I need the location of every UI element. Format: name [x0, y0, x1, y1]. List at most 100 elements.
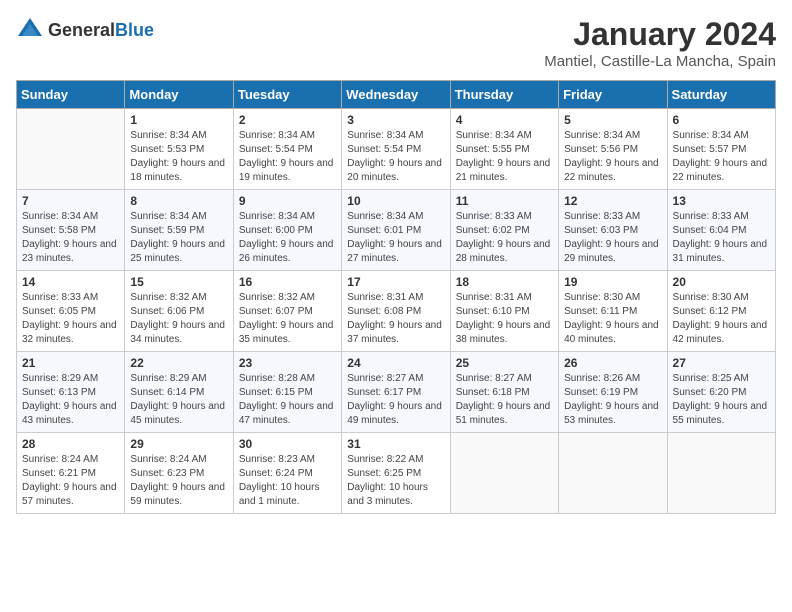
title-section: January 2024 Mantiel, Castille-La Mancha…: [544, 16, 776, 70]
day-info: Sunrise: 8:29 AMSunset: 6:14 PMDaylight:…: [130, 372, 227, 428]
calendar-week-row: 7 Sunrise: 8:34 AMSunset: 5:58 PMDaylight…: [17, 190, 776, 271]
day-number: 24: [347, 356, 444, 370]
weekday-header: Wednesday: [342, 81, 450, 109]
calendar-cell: 26 Sunrise: 8:26 AMSunset: 6:19 PMDayligh…: [559, 352, 667, 433]
day-number: 31: [347, 437, 444, 451]
calendar-cell: [450, 433, 558, 514]
day-number: 2: [239, 113, 336, 127]
day-info: Sunrise: 8:32 AMSunset: 6:07 PMDaylight:…: [239, 291, 336, 347]
calendar-cell: [667, 433, 775, 514]
day-info: Sunrise: 8:33 AMSunset: 6:05 PMDaylight:…: [22, 291, 119, 347]
day-number: 26: [564, 356, 661, 370]
calendar-cell: 14Sunrise: 8:33 AMSunset: 6:05 PMDayligh…: [17, 271, 125, 352]
calendar-cell: 7 Sunrise: 8:34 AMSunset: 5:58 PMDaylight…: [17, 190, 125, 271]
day-info: Sunrise: 8:27 AMSunset: 6:18 PMDaylight:…: [456, 372, 553, 428]
day-number: 22: [130, 356, 227, 370]
day-number: 12: [564, 194, 661, 208]
day-info: Sunrise: 8:34 AMSunset: 5:55 PMDaylight:…: [456, 129, 553, 185]
calendar-cell: 30 Sunrise: 8:23 AMSunset: 6:24 PMDayligh…: [233, 433, 341, 514]
day-number: 6: [673, 113, 770, 127]
calendar-cell: 1 Sunrise: 8:34 AMSunset: 5:53 PMDaylight…: [125, 109, 233, 190]
calendar-week-row: 1 Sunrise: 8:34 AMSunset: 5:53 PMDaylight…: [17, 109, 776, 190]
day-info: Sunrise: 8:34 AMSunset: 5:58 PMDaylight:…: [22, 210, 119, 266]
calendar-cell: 11Sunrise: 8:33 AMSunset: 6:02 PMDayligh…: [450, 190, 558, 271]
calendar-week-row: 14Sunrise: 8:33 AMSunset: 6:05 PMDayligh…: [17, 271, 776, 352]
day-number: 1: [130, 113, 227, 127]
day-info: Sunrise: 8:34 AMSunset: 5:54 PMDaylight:…: [239, 129, 336, 185]
logo-text-blue: Blue: [115, 20, 154, 40]
calendar-cell: 29Sunrise: 8:24 AMSunset: 6:23 PMDayligh…: [125, 433, 233, 514]
day-info: Sunrise: 8:34 AMSunset: 5:53 PMDaylight:…: [130, 129, 227, 185]
day-info: Sunrise: 8:31 AMSunset: 6:08 PMDaylight:…: [347, 291, 444, 347]
day-info: Sunrise: 8:30 AMSunset: 6:11 PMDaylight:…: [564, 291, 661, 347]
month-title: January 2024: [544, 16, 776, 53]
weekday-header: Saturday: [667, 81, 775, 109]
calendar-cell: 31Sunrise: 8:22 AMSunset: 6:25 PMDayligh…: [342, 433, 450, 514]
day-number: 8: [130, 194, 227, 208]
day-number: 30: [239, 437, 336, 451]
calendar-cell: 16 Sunrise: 8:32 AMSunset: 6:07 PMDayligh…: [233, 271, 341, 352]
day-number: 10: [347, 194, 444, 208]
day-info: Sunrise: 8:30 AMSunset: 6:12 PMDaylight:…: [673, 291, 770, 347]
logo-text-general: General: [48, 20, 115, 40]
day-info: Sunrise: 8:27 AMSunset: 6:17 PMDaylight:…: [347, 372, 444, 428]
calendar-cell: 24 Sunrise: 8:27 AMSunset: 6:17 PMDayligh…: [342, 352, 450, 433]
day-number: 27: [673, 356, 770, 370]
calendar-cell: 17 Sunrise: 8:31 AMSunset: 6:08 PMDayligh…: [342, 271, 450, 352]
day-info: Sunrise: 8:24 AMSunset: 6:21 PMDaylight:…: [22, 453, 119, 509]
day-info: Sunrise: 8:31 AMSunset: 6:10 PMDaylight:…: [456, 291, 553, 347]
day-info: Sunrise: 8:25 AMSunset: 6:20 PMDaylight:…: [673, 372, 770, 428]
logo-icon: [16, 16, 44, 44]
day-info: Sunrise: 8:32 AMSunset: 6:06 PMDaylight:…: [130, 291, 227, 347]
day-number: 20: [673, 275, 770, 289]
day-info: Sunrise: 8:28 AMSunset: 6:15 PMDaylight:…: [239, 372, 336, 428]
day-info: Sunrise: 8:34 AMSunset: 5:57 PMDaylight:…: [673, 129, 770, 185]
day-info: Sunrise: 8:34 AMSunset: 5:56 PMDaylight:…: [564, 129, 661, 185]
day-info: Sunrise: 8:34 AMSunset: 5:59 PMDaylight:…: [130, 210, 227, 266]
day-info: Sunrise: 8:33 AMSunset: 6:03 PMDaylight:…: [564, 210, 661, 266]
calendar-cell: 27 Sunrise: 8:25 AMSunset: 6:20 PMDayligh…: [667, 352, 775, 433]
day-number: 13: [673, 194, 770, 208]
calendar-cell: 21 Sunrise: 8:29 AMSunset: 6:13 PMDayligh…: [17, 352, 125, 433]
day-info: Sunrise: 8:23 AMSunset: 6:24 PMDaylight:…: [239, 453, 336, 509]
calendar-cell: 18Sunrise: 8:31 AMSunset: 6:10 PMDayligh…: [450, 271, 558, 352]
calendar-cell: 8 Sunrise: 8:34 AMSunset: 5:59 PMDaylight…: [125, 190, 233, 271]
day-number: 4: [456, 113, 553, 127]
calendar-cell: [17, 109, 125, 190]
day-number: 7: [22, 194, 119, 208]
logo: GeneralBlue: [16, 16, 154, 44]
day-number: 16: [239, 275, 336, 289]
calendar-cell: 22 Sunrise: 8:29 AMSunset: 6:14 PMDayligh…: [125, 352, 233, 433]
day-info: Sunrise: 8:34 AMSunset: 6:01 PMDaylight:…: [347, 210, 444, 266]
day-number: 17: [347, 275, 444, 289]
calendar-cell: 23Sunrise: 8:28 AMSunset: 6:15 PMDayligh…: [233, 352, 341, 433]
day-info: Sunrise: 8:29 AMSunset: 6:13 PMDaylight:…: [22, 372, 119, 428]
day-number: 19: [564, 275, 661, 289]
day-info: Sunrise: 8:33 AMSunset: 6:04 PMDaylight:…: [673, 210, 770, 266]
day-number: 15: [130, 275, 227, 289]
day-info: Sunrise: 8:26 AMSunset: 6:19 PMDaylight:…: [564, 372, 661, 428]
day-number: 21: [22, 356, 119, 370]
page-header: GeneralBlue January 2024 Mantiel, Castil…: [16, 16, 776, 70]
day-number: 5: [564, 113, 661, 127]
weekday-header-row: SundayMondayTuesdayWednesdayThursdayFrid…: [17, 81, 776, 109]
day-number: 9: [239, 194, 336, 208]
calendar-cell: 19 Sunrise: 8:30 AMSunset: 6:11 PMDayligh…: [559, 271, 667, 352]
calendar-cell: 10 Sunrise: 8:34 AMSunset: 6:01 PMDayligh…: [342, 190, 450, 271]
calendar-week-row: 28 Sunrise: 8:24 AMSunset: 6:21 PMDayligh…: [17, 433, 776, 514]
calendar-cell: 9Sunrise: 8:34 AMSunset: 6:00 PMDaylight…: [233, 190, 341, 271]
calendar-cell: 25 Sunrise: 8:27 AMSunset: 6:18 PMDayligh…: [450, 352, 558, 433]
calendar-table: SundayMondayTuesdayWednesdayThursdayFrid…: [16, 80, 776, 514]
calendar-cell: 4 Sunrise: 8:34 AMSunset: 5:55 PMDaylight…: [450, 109, 558, 190]
day-number: 25: [456, 356, 553, 370]
day-number: 11: [456, 194, 553, 208]
calendar-week-row: 21 Sunrise: 8:29 AMSunset: 6:13 PMDayligh…: [17, 352, 776, 433]
calendar-cell: 6 Sunrise: 8:34 AMSunset: 5:57 PMDaylight…: [667, 109, 775, 190]
day-number: 28: [22, 437, 119, 451]
calendar-cell: [559, 433, 667, 514]
day-number: 29: [130, 437, 227, 451]
weekday-header: Friday: [559, 81, 667, 109]
weekday-header: Thursday: [450, 81, 558, 109]
day-number: 3: [347, 113, 444, 127]
calendar-cell: 20 Sunrise: 8:30 AMSunset: 6:12 PMDayligh…: [667, 271, 775, 352]
